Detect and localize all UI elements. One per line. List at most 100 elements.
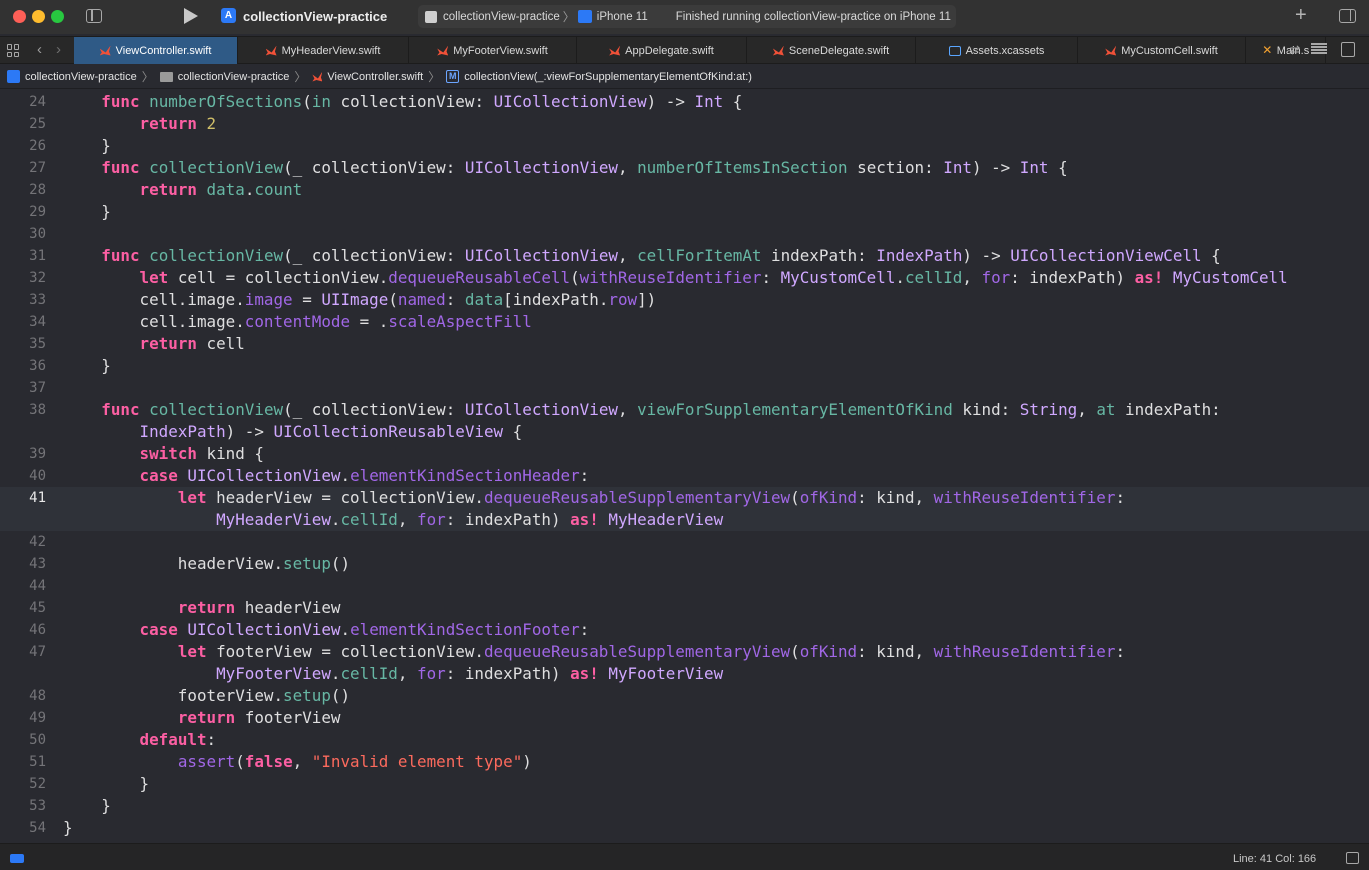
code-line[interactable]: 42 [0,531,1369,553]
inspector-toggle-icon[interactable] [1339,9,1356,23]
device-selector[interactable]: iPhone 11 [597,11,648,23]
code-line[interactable]: 45 return headerView [0,597,1369,619]
line-number[interactable]: 34 [0,311,46,333]
breadcrumb-file[interactable]: ViewController.swift [327,71,423,83]
source-editor[interactable]: 24 func numberOfSections(in collectionVi… [0,89,1369,843]
minimap-toggle-icon[interactable] [1346,852,1359,864]
code-line[interactable]: 37 [0,377,1369,399]
code-line[interactable]: 43 headerView.setup() [0,553,1369,575]
code-line[interactable]: 52 } [0,773,1369,795]
breadcrumb-symbol[interactable]: collectionView(_:viewForSupplementaryEle… [464,71,752,83]
code-line[interactable]: 39 switch kind { [0,443,1369,465]
line-number[interactable]: 45 [0,597,46,619]
code-line[interactable]: 24 func numberOfSections(in collectionVi… [0,91,1369,113]
line-number[interactable]: 54 [0,817,46,839]
line-number[interactable]: 52 [0,773,46,795]
code-line[interactable]: 29 } [0,201,1369,223]
library-plus-icon[interactable]: + [1295,4,1307,27]
code-line[interactable]: 41 let headerView = collectionView.deque… [0,487,1369,509]
line-number[interactable]: 41 [0,487,46,509]
tab-myheaderview-swift[interactable]: MyHeaderView.swift [238,37,409,64]
code-text: } [63,773,150,795]
breadcrumb-project[interactable]: collectionView-practice [25,71,137,83]
scheme-selector[interactable]: collectionView-practice [443,11,560,23]
line-number[interactable]: 42 [0,531,46,553]
line-number[interactable]: 43 [0,553,46,575]
line-number[interactable]: 35 [0,333,46,355]
code-line[interactable]: 36 } [0,355,1369,377]
tab-mycustomcell-swift[interactable]: MyCustomCell.swift [1078,37,1246,64]
navigator-toggle-icon[interactable] [86,9,102,23]
forward-chevron-icon[interactable]: › [56,41,61,58]
code-line[interactable]: IndexPath) -> UICollectionReusableView { [0,421,1369,443]
code-line[interactable]: 32 let cell = collectionView.dequeueReus… [0,267,1369,289]
line-number[interactable]: 33 [0,289,46,311]
code-line[interactable]: 31 func collectionView(_ collectionView:… [0,245,1369,267]
tab-scenedelegate-swift[interactable]: SceneDelegate.swift [747,37,916,64]
line-number[interactable]: 31 [0,245,46,267]
code-line[interactable]: 27 func collectionView(_ collectionView:… [0,157,1369,179]
line-number[interactable]: 24 [0,91,46,113]
line-number[interactable]: 46 [0,619,46,641]
swap-arrows-icon[interactable]: ⇄ [1287,42,1303,57]
minimize-window-button[interactable] [32,10,45,23]
code-line[interactable]: 30 [0,223,1369,245]
line-number[interactable]: 32 [0,267,46,289]
line-number[interactable]: 25 [0,113,46,135]
activity-view[interactable]: collectionView-practice 〉 iPhone 11 Fini… [418,5,956,28]
line-number[interactable]: 53 [0,795,46,817]
line-number[interactable]: 29 [0,201,46,223]
code-line[interactable]: 34 cell.image.contentMode = .scaleAspect… [0,311,1369,333]
run-icon[interactable] [184,8,198,24]
line-number[interactable]: 50 [0,729,46,751]
line-number[interactable]: 40 [0,465,46,487]
related-items-grid-icon[interactable] [7,44,20,57]
close-window-button[interactable] [13,10,26,23]
code-line[interactable]: 51 assert(false, "Invalid element type") [0,751,1369,773]
line-number[interactable]: 51 [0,751,46,773]
zoom-window-button[interactable] [51,10,64,23]
code-line[interactable]: 38 func collectionView(_ collectionView:… [0,399,1369,421]
breadcrumb-folder[interactable]: collectionView-practice [178,71,290,83]
line-number[interactable]: 26 [0,135,46,157]
line-number[interactable]: 38 [0,399,46,421]
code-line[interactable]: MyHeaderView.cellId, for: indexPath) as!… [0,509,1369,531]
code-line[interactable]: 28 return data.count [0,179,1369,201]
add-editor-pane-icon[interactable] [1341,42,1355,57]
line-number[interactable]: 30 [0,223,46,245]
line-number[interactable]: 28 [0,179,46,201]
tab-assets-xcassets[interactable]: Assets.xcassets [916,37,1078,64]
code-line[interactable]: 53 } [0,795,1369,817]
line-number[interactable]: 37 [0,377,46,399]
line-number[interactable]: 36 [0,355,46,377]
line-number[interactable]: 47 [0,641,46,663]
code-line[interactable]: 47 let footerView = collectionView.deque… [0,641,1369,663]
back-chevron-icon[interactable]: ‹ [37,41,42,58]
code-line[interactable]: 50 default: [0,729,1369,751]
code-token: = . [350,312,389,331]
code-line[interactable]: 44 [0,575,1369,597]
line-number[interactable]: 39 [0,443,46,465]
tab-viewcontroller-swift[interactable]: ViewController.swift [74,37,238,64]
debug-area-toggle-icon[interactable] [10,854,24,863]
line-number[interactable]: 27 [0,157,46,179]
tab-myfooterview-swift[interactable]: MyFooterView.swift [409,37,577,64]
code-line[interactable]: 40 case UICollectionView.elementKindSect… [0,465,1369,487]
code-line[interactable]: 33 cell.image.image = UIImage(named: dat… [0,289,1369,311]
code-line[interactable]: 49 return footerView [0,707,1369,729]
code-token: UICollectionView [464,246,618,265]
tab-appdelegate-swift[interactable]: AppDelegate.swift [577,37,747,64]
code-line[interactable]: MyFooterView.cellId, for: indexPath) as!… [0,663,1369,685]
code-line[interactable]: 25 return 2 [0,113,1369,135]
code-line[interactable]: 26 } [0,135,1369,157]
line-number[interactable]: 44 [0,575,46,597]
code-line[interactable]: 54} [0,817,1369,839]
line-number[interactable]: 49 [0,707,46,729]
code-text: } [63,135,111,157]
code-line[interactable]: 46 case UICollectionView.elementKindSect… [0,619,1369,641]
editor-options-lines-icon[interactable] [1311,42,1327,55]
code-line[interactable]: 35 return cell [0,333,1369,355]
code-line[interactable]: 48 footerView.setup() [0,685,1369,707]
line-number[interactable]: 48 [0,685,46,707]
